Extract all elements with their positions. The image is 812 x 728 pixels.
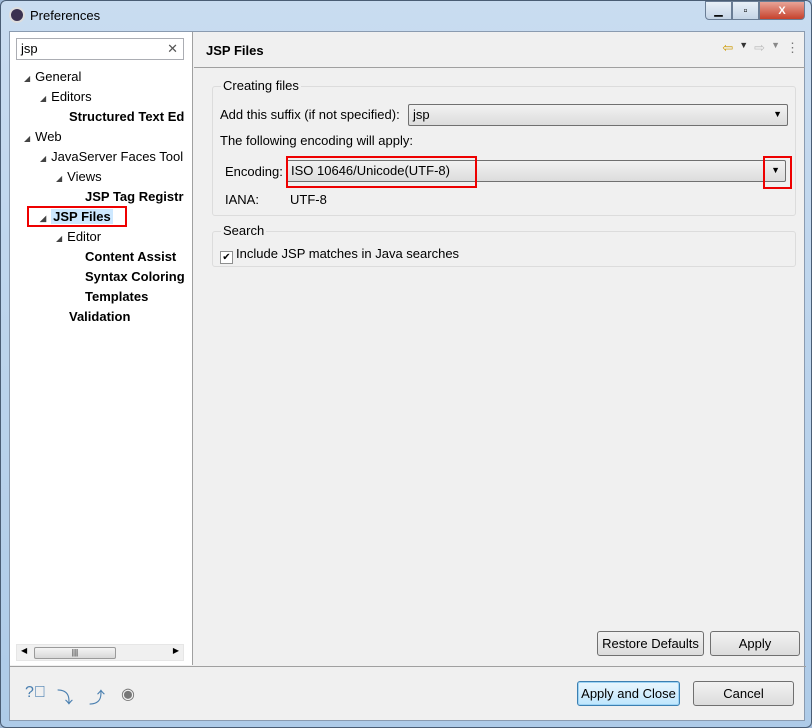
dropdown-icon: ▼ (773, 109, 782, 119)
record-icon[interactable]: ◉ (118, 684, 138, 704)
export-icon[interactable]: ⤴ (87, 684, 107, 707)
search-group: Search ✔ Include JSP matches in Java sear… (212, 223, 796, 267)
preferences-window: Preferences ▁ ▫ X jsp ✕ ◢ General ◢ Editors… (0, 0, 812, 728)
iana-label: IANA: (225, 192, 259, 207)
forward-menu-icon[interactable]: ▼ (771, 40, 780, 56)
tree-item-syntax-coloring[interactable]: Syntax Coloring (85, 269, 185, 284)
filter-text: jsp (21, 41, 38, 56)
highlight-box (27, 206, 127, 227)
highlight-box (763, 156, 792, 189)
cancel-button[interactable]: Cancel (693, 681, 794, 706)
suffix-label: Add this suffix (if not specified): (220, 107, 400, 122)
highlight-box (286, 156, 477, 188)
group-label: Creating files (221, 78, 301, 93)
title-bar: Preferences (9, 7, 100, 23)
expanded-icon: ◢ (56, 174, 63, 183)
include-jsp-checkbox[interactable]: ✔ Include JSP matches in Java searches (220, 246, 459, 264)
tree-item-content-assist[interactable]: Content Assist (85, 249, 176, 264)
expanded-icon: ◢ (40, 94, 47, 103)
minimize-button[interactable]: ▁ (705, 1, 732, 20)
encoding-note: The following encoding will apply: (220, 133, 413, 148)
scroll-left-icon[interactable]: ◀ (21, 646, 27, 655)
tree-item-views[interactable]: ◢ Views (56, 169, 102, 184)
restore-defaults-button[interactable]: Restore Defaults (597, 631, 704, 656)
view-menu-icon[interactable]: ⋮ (786, 40, 799, 56)
eclipse-icon (9, 7, 25, 23)
checkmark-icon: ✔ (220, 251, 233, 264)
scroll-right-icon[interactable]: ▶ (173, 646, 179, 655)
tree-item-editors[interactable]: ◢ Editors (40, 89, 92, 104)
apply-button[interactable]: Apply (710, 631, 800, 656)
tree-item-general[interactable]: ◢ General (24, 69, 81, 84)
scroll-thumb[interactable]: ||| (34, 647, 116, 659)
tree-item-jsp-tag-registry[interactable]: JSP Tag Registr (85, 189, 184, 204)
maximize-button[interactable]: ▫ (732, 1, 759, 20)
tree-item-validation[interactable]: Validation (69, 309, 130, 324)
suffix-select[interactable]: jsp ▼ (408, 104, 788, 126)
page-title: JSP Files (206, 43, 264, 58)
filter-input[interactable]: jsp ✕ (16, 38, 184, 60)
tree-item-web[interactable]: ◢ Web (24, 129, 62, 144)
help-icon[interactable]: ?⃝ (25, 684, 46, 704)
expanded-icon: ◢ (40, 154, 47, 163)
dialog-footer: ?⃝ ⤵ ⤴ ◉ Apply and Close Cancel (10, 666, 806, 722)
tree-item-editor[interactable]: ◢ Editor (56, 229, 101, 244)
back-arrow-icon[interactable]: ⇦ (722, 40, 733, 56)
window-title: Preferences (30, 7, 101, 23)
tree-item-jsf-tools[interactable]: ◢ JavaServer Faces Tool (40, 149, 183, 164)
expanded-icon: ◢ (24, 74, 31, 83)
group-label: Search (221, 223, 267, 238)
expanded-icon: ◢ (56, 234, 63, 243)
clear-icon[interactable]: ✕ (167, 41, 178, 57)
tree-item-templates[interactable]: Templates (85, 289, 148, 304)
back-menu-icon[interactable]: ▼ (739, 40, 748, 56)
forward-arrow-icon[interactable]: ⇨ (754, 40, 765, 56)
preference-page: JSP Files ⇦ ▼ ⇨ ▼ ⋮ Creating files Add thi… (194, 32, 805, 665)
iana-value: UTF-8 (290, 192, 327, 207)
expanded-icon: ◢ (24, 134, 31, 143)
tree-item-structured-text[interactable]: Structured Text Ed (69, 109, 184, 124)
preference-tree-panel: jsp ✕ ◢ General ◢ Editors Structured Text E… (10, 32, 193, 665)
close-button[interactable]: X (759, 1, 805, 20)
horizontal-scrollbar[interactable]: ◀ ||| ▶ (16, 644, 184, 661)
creating-files-group: Creating files Add this suffix (if not s… (212, 78, 796, 216)
encoding-label: Encoding: (225, 164, 283, 179)
import-icon[interactable]: ⤵ (55, 684, 75, 707)
apply-and-close-button[interactable]: Apply and Close (577, 681, 680, 706)
